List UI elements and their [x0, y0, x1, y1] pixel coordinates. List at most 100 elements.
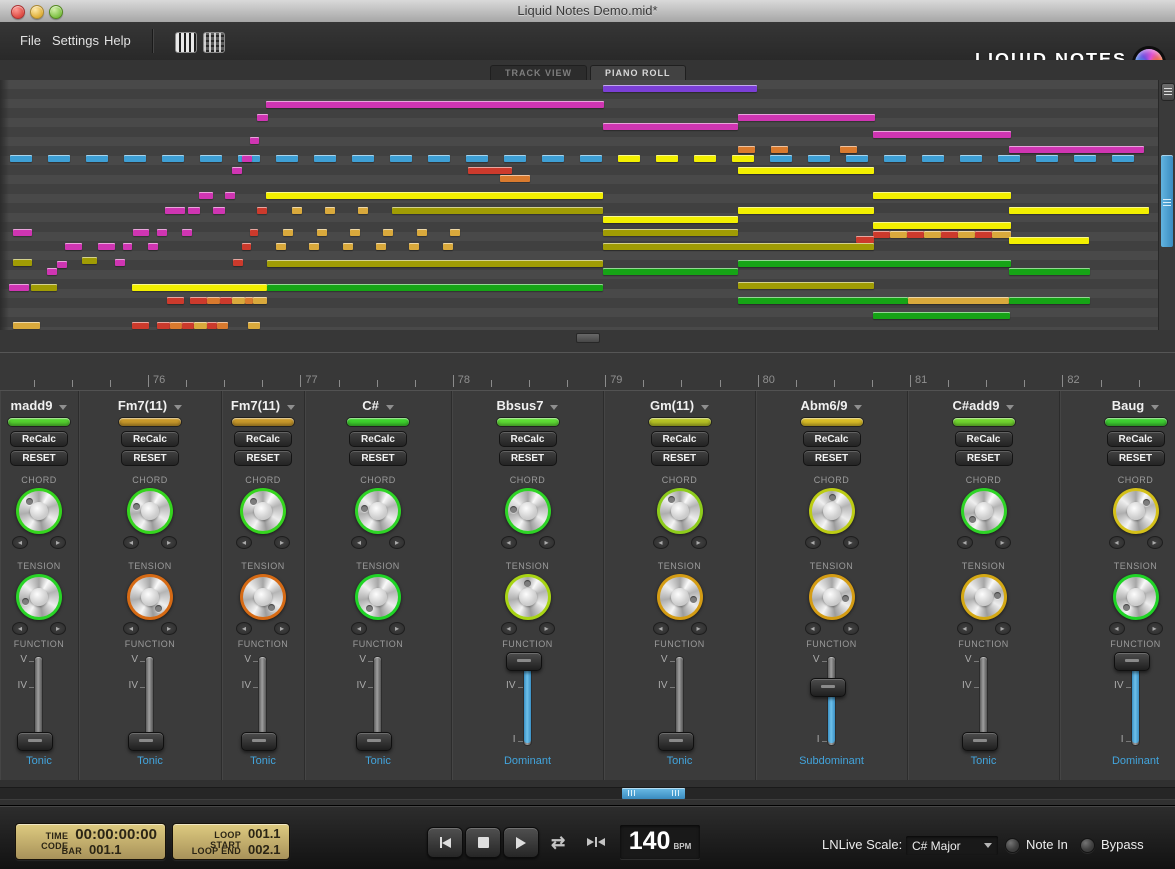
- chord-prev-button[interactable]: ◂: [123, 536, 139, 549]
- tension-next-button[interactable]: ▸: [691, 622, 707, 635]
- midi-note[interactable]: [165, 207, 185, 214]
- midi-note[interactable]: [603, 268, 738, 275]
- midi-note[interactable]: [194, 322, 207, 329]
- midi-note[interactable]: [248, 322, 260, 329]
- reset-button[interactable]: RESET: [10, 450, 68, 466]
- function-slider[interactable]: VIVI: [496, 653, 560, 753]
- midi-note[interactable]: [10, 155, 32, 162]
- slider-handle[interactable]: [128, 732, 164, 751]
- tension-next-button[interactable]: ▸: [539, 622, 555, 635]
- midi-note[interactable]: [383, 229, 393, 236]
- midi-note[interactable]: [132, 322, 149, 329]
- recalc-button[interactable]: ReCalc: [121, 431, 179, 447]
- chord-knob[interactable]: [505, 488, 551, 534]
- chord-knob[interactable]: [657, 488, 703, 534]
- midi-note[interactable]: [182, 322, 194, 329]
- midi-note[interactable]: [358, 207, 368, 214]
- midi-note[interactable]: [975, 231, 992, 238]
- reset-button[interactable]: RESET: [234, 450, 292, 466]
- tension-next-button[interactable]: ▸: [843, 622, 859, 635]
- midi-note[interactable]: [580, 155, 602, 162]
- chord-next-button[interactable]: ▸: [691, 536, 707, 549]
- function-slider[interactable]: VIVI: [1104, 653, 1168, 753]
- midi-note[interactable]: [873, 231, 890, 238]
- chord-next-button[interactable]: ▸: [843, 536, 859, 549]
- midi-note[interactable]: [603, 85, 757, 92]
- midi-note[interactable]: [232, 167, 242, 174]
- chord-knob[interactable]: [127, 488, 173, 534]
- midi-note[interactable]: [13, 322, 40, 329]
- horizontal-scrollbar-thumb[interactable]: [622, 788, 685, 799]
- chord-knob[interactable]: [16, 488, 62, 534]
- slider-handle[interactable]: [241, 732, 277, 751]
- slider-handle[interactable]: [356, 732, 392, 751]
- midi-note[interactable]: [245, 297, 253, 304]
- midi-note[interactable]: [115, 259, 125, 266]
- midi-note[interactable]: [267, 260, 603, 267]
- grid-view-icon[interactable]: [203, 32, 225, 53]
- chord-name-dropdown[interactable]: Fm7(11): [118, 398, 182, 414]
- tension-next-button[interactable]: ▸: [389, 622, 405, 635]
- midi-note[interactable]: [283, 229, 293, 236]
- midi-note[interactable]: [618, 155, 640, 162]
- midi-note[interactable]: [170, 322, 182, 329]
- chord-name-dropdown[interactable]: Fm7(11): [231, 398, 295, 414]
- midi-note[interactable]: [47, 268, 57, 275]
- tension-prev-button[interactable]: ◂: [501, 622, 517, 635]
- midi-note[interactable]: [350, 229, 360, 236]
- slider-handle[interactable]: [658, 732, 694, 751]
- piano-roll[interactable]: [0, 80, 1175, 330]
- reset-button[interactable]: RESET: [803, 450, 861, 466]
- horizontal-scrollbar-track[interactable]: [0, 787, 1175, 800]
- midi-note[interactable]: [309, 243, 319, 250]
- midi-note[interactable]: [1009, 297, 1090, 304]
- midi-note[interactable]: [217, 322, 228, 329]
- tension-knob[interactable]: [809, 574, 855, 620]
- midi-note[interactable]: [603, 123, 738, 130]
- tension-next-button[interactable]: ▸: [995, 622, 1011, 635]
- midi-note[interactable]: [390, 155, 412, 162]
- midi-note[interactable]: [417, 229, 427, 236]
- chord-next-button[interactable]: ▸: [995, 536, 1011, 549]
- midi-note[interactable]: [225, 192, 235, 199]
- chord-knob[interactable]: [809, 488, 855, 534]
- midi-note[interactable]: [856, 236, 874, 243]
- function-slider[interactable]: VIVI: [118, 653, 182, 753]
- midi-note[interactable]: [133, 229, 149, 236]
- stop-button[interactable]: [465, 827, 501, 858]
- midi-note[interactable]: [907, 231, 924, 238]
- tension-prev-button[interactable]: ◂: [12, 622, 28, 635]
- tab-track-view[interactable]: TRACK VIEW: [490, 65, 587, 81]
- midi-note[interactable]: [771, 146, 788, 153]
- tension-prev-button[interactable]: ◂: [653, 622, 669, 635]
- midi-note[interactable]: [233, 259, 243, 266]
- midi-note[interactable]: [250, 137, 259, 144]
- midi-note[interactable]: [738, 282, 874, 289]
- tension-next-button[interactable]: ▸: [50, 622, 66, 635]
- chord-knob[interactable]: [240, 488, 286, 534]
- tension-knob[interactable]: [127, 574, 173, 620]
- piano-view-icon[interactable]: [175, 32, 197, 53]
- midi-note[interactable]: [1074, 155, 1096, 162]
- chord-prev-button[interactable]: ◂: [805, 536, 821, 549]
- midi-note[interactable]: [199, 192, 213, 199]
- midi-note[interactable]: [960, 155, 982, 162]
- midi-note[interactable]: [9, 284, 29, 291]
- midi-note[interactable]: [443, 243, 453, 250]
- midi-note[interactable]: [873, 222, 1011, 229]
- midi-note[interactable]: [738, 297, 908, 304]
- midi-note[interactable]: [57, 261, 67, 268]
- chord-next-button[interactable]: ▸: [389, 536, 405, 549]
- midi-note[interactable]: [257, 114, 268, 121]
- midi-note[interactable]: [124, 155, 146, 162]
- midi-note[interactable]: [276, 243, 286, 250]
- chord-next-button[interactable]: ▸: [50, 536, 66, 549]
- midi-note[interactable]: [232, 297, 245, 304]
- midi-note[interactable]: [267, 284, 603, 291]
- tension-prev-button[interactable]: ◂: [351, 622, 367, 635]
- recalc-button[interactable]: ReCalc: [651, 431, 709, 447]
- reset-button[interactable]: RESET: [955, 450, 1013, 466]
- midi-note[interactable]: [840, 146, 857, 153]
- midi-note[interactable]: [738, 146, 755, 153]
- midi-note[interactable]: [220, 297, 232, 304]
